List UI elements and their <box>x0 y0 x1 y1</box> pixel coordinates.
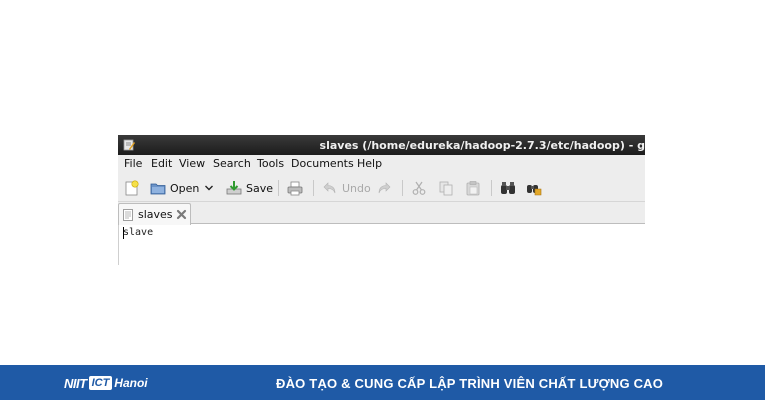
toolbar-separator <box>313 180 314 196</box>
menu-search[interactable]: Search <box>213 157 251 170</box>
toolbar-separator <box>491 180 492 196</box>
printer-icon <box>287 181 303 196</box>
document-tab-bar: slaves <box>118 202 645 225</box>
save-label: Save <box>246 181 274 195</box>
open-label: Open <box>170 181 200 195</box>
redo-button[interactable] <box>376 178 392 198</box>
redo-icon <box>378 182 391 194</box>
open-recent-dropdown[interactable] <box>204 178 214 198</box>
title-bar: slaves (/home/edureka/hadoop-2.7.3/etc/h… <box>118 135 645 155</box>
menu-documents[interactable]: Documents <box>291 157 354 170</box>
undo-button[interactable]: Undo <box>322 178 371 198</box>
text-editor-area[interactable]: slave <box>118 225 645 265</box>
toolbar-separator <box>402 180 403 196</box>
text-editor-app-icon <box>123 139 135 151</box>
toolbar: Open Save Undo <box>118 174 645 202</box>
gedit-window: slaves (/home/edureka/hadoop-2.7.3/etc/h… <box>118 135 645 265</box>
logo-text-hanoi: Hanoi <box>114 376 148 390</box>
tab-label: slaves <box>138 208 173 221</box>
chevron-down-icon <box>205 185 213 191</box>
binoculars-icon <box>501 182 515 194</box>
niit-ict-hanoi-logo: NIIT ICT Hanoi <box>64 375 148 391</box>
cut-icon <box>412 181 426 195</box>
open-button[interactable]: Open <box>150 178 199 198</box>
menu-edit[interactable]: Edit <box>151 157 172 170</box>
new-document-button[interactable] <box>124 178 140 198</box>
paste-icon <box>466 181 480 196</box>
save-icon <box>226 181 242 195</box>
paste-button[interactable] <box>465 178 481 198</box>
toolbar-separator <box>278 180 279 196</box>
cut-button[interactable] <box>411 178 427 198</box>
footer-banner: NIIT ICT Hanoi ĐÀO TẠO & CUNG CẤP LẬP TR… <box>0 365 765 400</box>
text-cursor <box>123 227 124 239</box>
tab-slaves[interactable]: slaves <box>118 203 191 225</box>
open-folder-icon <box>150 183 166 195</box>
editor-content[interactable]: slave <box>123 227 153 238</box>
new-document-icon <box>125 180 139 196</box>
undo-label: Undo <box>342 181 371 195</box>
copy-icon <box>439 181 453 196</box>
logo-text-ict: ICT <box>88 376 113 390</box>
find-replace-button[interactable] <box>526 178 542 198</box>
undo-icon <box>323 182 336 194</box>
save-button[interactable]: Save <box>226 178 273 198</box>
find-replace-icon <box>527 185 542 196</box>
menu-help[interactable]: Help <box>357 157 382 170</box>
banner-slogan: ĐÀO TẠO & CUNG CẤP LẬP TRÌNH VIÊN CHẤT L… <box>276 376 664 391</box>
window-title: slaves (/home/edureka/hadoop-2.7.3/etc/h… <box>319 139 645 152</box>
menu-tools[interactable]: Tools <box>257 157 284 170</box>
close-tab-icon[interactable] <box>176 209 187 220</box>
copy-button[interactable] <box>438 178 454 198</box>
find-button[interactable] <box>500 178 516 198</box>
menu-file[interactable]: File <box>124 157 142 170</box>
menu-view[interactable]: View <box>179 157 205 170</box>
print-button[interactable] <box>287 178 303 198</box>
logo-text-niit: NIIT <box>64 375 87 391</box>
text-document-icon <box>123 209 133 221</box>
menu-bar: File Edit View Search Tools Documents He… <box>118 155 645 174</box>
